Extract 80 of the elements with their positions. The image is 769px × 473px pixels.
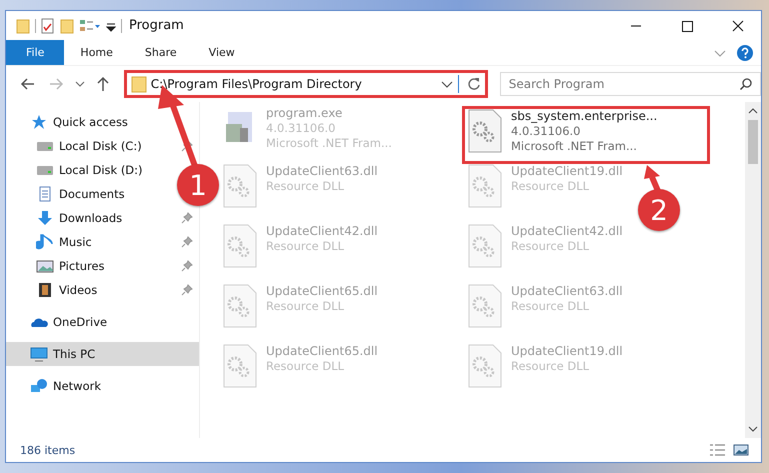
pictures-icon xyxy=(36,258,54,274)
file-detail: Resource DLL xyxy=(266,239,346,253)
network-icon xyxy=(30,378,48,394)
file-name: UpdateClient63.dll xyxy=(511,284,623,298)
star-icon xyxy=(30,114,48,130)
properties-icon[interactable] xyxy=(41,18,55,34)
sidebar-label: Local Disk (D:) xyxy=(59,163,143,177)
view-menu-icon[interactable] xyxy=(79,18,101,34)
file-detail: Resource DLL xyxy=(511,179,590,193)
step-badge: 2 xyxy=(638,189,680,231)
ribbon-tab[interactable]: Share xyxy=(128,40,193,65)
scrollbar[interactable] xyxy=(745,102,761,438)
window-title: Program xyxy=(129,18,184,33)
sidebar-label: Documents xyxy=(59,187,125,201)
scrollbar-thumb[interactable] xyxy=(748,120,758,164)
ribbon-tab[interactable]: View xyxy=(192,40,251,65)
sidebar-label: Pictures xyxy=(59,259,106,273)
scroll-up-icon[interactable] xyxy=(748,106,758,116)
sidebar-item[interactable]: Pictures xyxy=(6,254,199,278)
sidebar-item[interactable]: This PC xyxy=(6,342,199,366)
pin-icon[interactable] xyxy=(181,284,193,296)
address-bar[interactable]: C:\Program Files\Program Directory xyxy=(124,70,488,98)
sidebar-item[interactable]: Videos xyxy=(6,278,199,302)
pin-icon[interactable] xyxy=(181,140,193,152)
file-name: UpdateClient42.dll xyxy=(511,224,623,238)
file-name: program.exe xyxy=(266,106,344,120)
pc-icon xyxy=(30,346,48,362)
ribbon-tab[interactable]: Home xyxy=(64,40,129,65)
help-icon[interactable] xyxy=(737,44,753,60)
sidebar-item[interactable]: Local Disk (C:) xyxy=(6,134,199,158)
sidebar-item[interactable]: Music xyxy=(6,230,199,254)
file-name: sbs_system.enterprise... xyxy=(511,109,658,123)
search-field[interactable]: Search Program xyxy=(500,72,761,96)
sidebar-label: Quick access xyxy=(53,115,128,129)
file-name: UpdateClient65.dll xyxy=(266,284,378,298)
file-name: UpdateClient65.dll xyxy=(266,344,378,358)
scroll-down-icon[interactable] xyxy=(748,424,758,434)
details-view-icon[interactable] xyxy=(709,443,727,457)
file-detail: 4.0.31106.0 xyxy=(511,124,582,138)
videos-icon xyxy=(36,282,54,298)
sidebar-label: Network xyxy=(53,379,102,393)
ribbon-tab[interactable]: File xyxy=(6,40,64,65)
music-icon xyxy=(36,234,54,250)
downloads-icon xyxy=(36,210,54,226)
sidebar-label: Music xyxy=(59,235,93,249)
large-icons-view-icon[interactable] xyxy=(733,443,749,457)
sidebar-item[interactable]: OneDrive xyxy=(6,310,112,334)
address-path: C:\Program Files\Program Directory xyxy=(150,77,363,91)
file-name: UpdateClient19.dll xyxy=(511,344,623,358)
sidebar-label: Local Disk (C:) xyxy=(59,139,143,153)
file-detail: Resource DLL xyxy=(266,299,346,313)
pin-icon[interactable] xyxy=(181,236,193,248)
sidebar-item[interactable]: Network xyxy=(6,374,106,398)
sidebar-item[interactable]: Documents xyxy=(6,182,129,206)
step-badge: 1 xyxy=(177,164,219,206)
search-icon[interactable] xyxy=(739,77,753,91)
file-detail: 4.0.31106.0 xyxy=(266,121,336,135)
file-detail: Resource DLL xyxy=(511,359,590,373)
file-detail: Resource DLL xyxy=(511,239,590,253)
sidebar-label: Videos xyxy=(59,283,98,297)
file-name: UpdateClient19.dll xyxy=(511,164,623,178)
file-item[interactable]: sbs_system.enterprise... 4.0.31106.0 Microsoft .NET Fram... xyxy=(462,106,710,164)
sidebar-item[interactable]: Downloads xyxy=(6,206,199,230)
file-detail: Resource DLL xyxy=(266,179,346,193)
file-detail: Microsoft .NET Fram... xyxy=(511,139,638,153)
file-name: UpdateClient42.dll xyxy=(266,224,378,238)
pointer-arrow xyxy=(644,165,661,192)
file-name: UpdateClient63.dll xyxy=(266,164,378,178)
sidebar-label: Downloads xyxy=(59,211,124,225)
sidebar-label: OneDrive xyxy=(53,315,108,329)
file-detail: Resource DLL xyxy=(511,299,590,313)
item-count: 186 items xyxy=(20,444,76,456)
pin-icon[interactable] xyxy=(181,212,193,224)
sidebar-label: This PC xyxy=(53,347,96,361)
sidebar-item[interactable]: Quick access xyxy=(6,110,132,134)
file-detail: Resource DLL xyxy=(266,359,346,373)
sidebar-item[interactable]: Local Disk (D:) xyxy=(6,158,147,182)
file-detail: Microsoft .NET Fram... xyxy=(266,136,392,150)
pin-icon[interactable] xyxy=(181,260,193,272)
folder-icon xyxy=(130,75,147,93)
